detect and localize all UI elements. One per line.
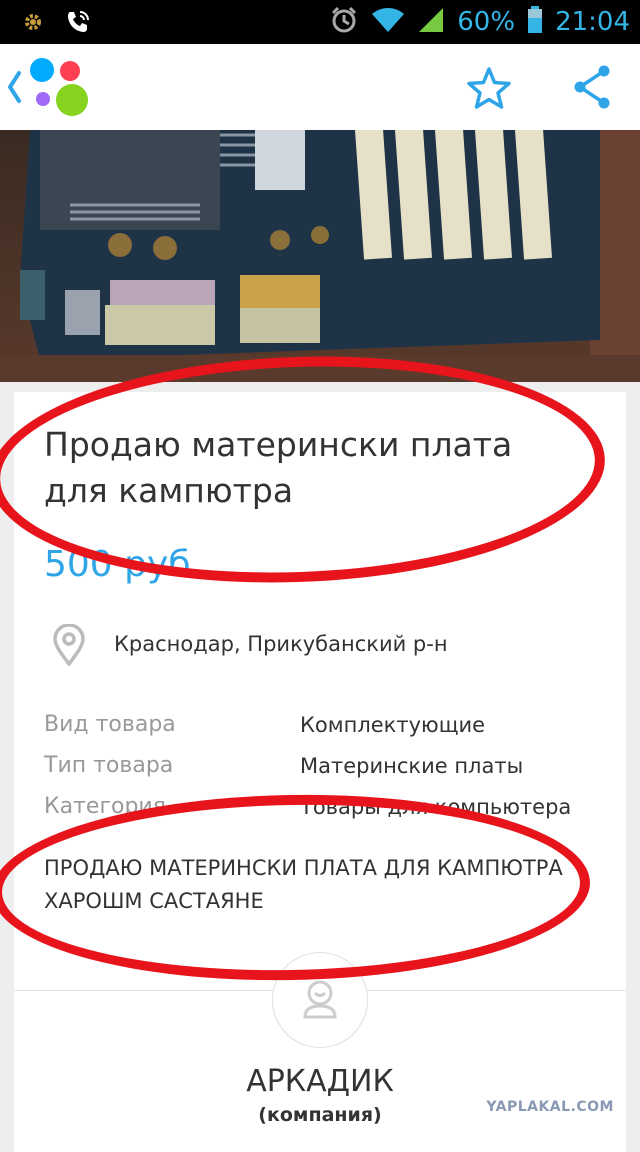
clock: 21:04	[555, 7, 630, 37]
seller-name[interactable]: АРКАДИК	[14, 1064, 626, 1099]
attribute-key: Категория	[44, 794, 166, 819]
star-icon[interactable]	[466, 66, 512, 114]
listing-title: Продаю матерински плата для кампютра	[44, 425, 513, 510]
battery-icon	[527, 6, 543, 38]
watermark: YAPLAKAL.COM	[486, 1099, 614, 1115]
attribute-value: Комплектующие	[300, 712, 486, 737]
app-bar	[0, 44, 640, 130]
attribute-row: Вид товара Комплектующие	[44, 704, 614, 745]
alarm-icon	[329, 5, 359, 39]
status-bar: 60% 21:04	[0, 0, 640, 44]
user-icon	[295, 973, 345, 1027]
attribute-value: Товары для компьютера	[300, 794, 572, 819]
share-icon[interactable]	[572, 64, 612, 114]
listing-price: 500 руб.	[44, 544, 202, 585]
listing-description: ПРОДАЮ МАТЕРИНСКИ ПЛАТА ДЛЯ КАМПЮТРА ХАР…	[44, 856, 563, 913]
seller-avatar[interactable]	[272, 952, 368, 1048]
attribute-key: Вид товара	[44, 712, 176, 737]
listing-photo[interactable]	[0, 130, 640, 382]
back-chevron-icon[interactable]	[6, 70, 22, 108]
battery-percent: 60%	[457, 7, 516, 37]
attribute-key: Тип товара	[44, 753, 174, 778]
wifi-icon	[371, 6, 405, 38]
attribute-row: Тип товара Материнские платы	[44, 745, 614, 786]
attribute-row: Категория Товары для компьютера	[44, 786, 614, 827]
attributes-table: Вид товара Комплектующие Тип товара Мате…	[44, 704, 614, 827]
attribute-value: Материнские платы	[300, 753, 524, 778]
signal-icon	[417, 6, 445, 38]
phone-wifi-icon	[64, 8, 92, 40]
app-logo[interactable]	[30, 58, 90, 118]
motherboard-image	[0, 130, 640, 382]
listing-location[interactable]: Краснодар, Прикубанский р-н	[114, 632, 448, 656]
settings-gear-icon	[22, 11, 44, 37]
listing-card: Продаю матерински плата для кампютра 500…	[14, 392, 626, 1152]
location-pin-icon	[52, 623, 86, 670]
